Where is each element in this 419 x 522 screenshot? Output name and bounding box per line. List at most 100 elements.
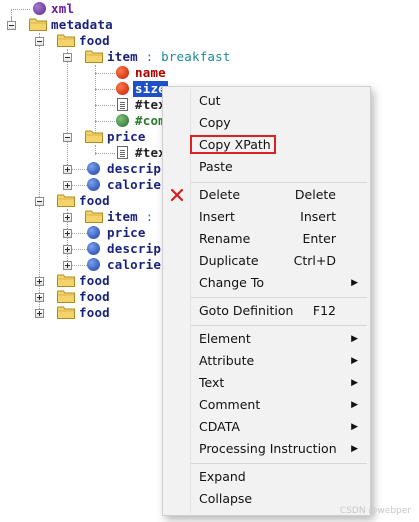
- folder-icon: [57, 34, 75, 47]
- collapse-toggle[interactable]: [7, 21, 16, 30]
- menu-item-copy[interactable]: Copy: [163, 112, 370, 134]
- menu-item-text[interactable]: Text ▶: [163, 372, 370, 394]
- tree-node-metadata[interactable]: metadata: [0, 17, 200, 33]
- menu-item-rename[interactable]: Rename Enter: [163, 228, 370, 250]
- menu-separator: [191, 463, 367, 464]
- menu-item-label: Copy: [199, 115, 231, 130]
- expand-toggle[interactable]: [35, 293, 44, 302]
- element-icon: [87, 178, 100, 191]
- collapse-toggle[interactable]: [63, 133, 72, 142]
- menu-item-element[interactable]: Element ▶: [163, 328, 370, 350]
- menu-item-duplicate[interactable]: Duplicate Ctrl+D: [163, 250, 370, 272]
- tree-node-xml[interactable]: xml: [0, 1, 200, 17]
- tree-node-label: food: [79, 33, 110, 48]
- submenu-arrow-icon: ▶: [351, 278, 358, 288]
- tree-node-label: food: [79, 289, 110, 304]
- menu-item-expand[interactable]: Expand: [163, 466, 370, 488]
- menu-item-label: Change To: [199, 275, 264, 290]
- tree-node-item[interactable]: item : breakfast: [0, 49, 260, 65]
- tree-node-attribute-name[interactable]: name: [0, 65, 200, 81]
- tree-node-label: descrip: [107, 161, 162, 176]
- folder-icon: [85, 50, 103, 63]
- element-icon: [87, 242, 100, 255]
- folder-icon: [29, 18, 47, 31]
- tree-node-label: xml: [51, 1, 75, 16]
- menu-item-cdata[interactable]: CDATA ▶: [163, 416, 370, 438]
- element-icon: [87, 162, 100, 175]
- expand-toggle[interactable]: [35, 309, 44, 318]
- node-type-suffix: : breakfast: [137, 49, 231, 64]
- collapse-toggle[interactable]: [35, 197, 44, 206]
- menu-separator: [191, 325, 367, 326]
- folder-icon: [57, 274, 75, 287]
- folder-icon: [85, 130, 103, 143]
- folder-icon: [85, 210, 103, 223]
- submenu-arrow-icon: ▶: [351, 422, 358, 432]
- copy-xpath-highlight-box: [190, 135, 276, 154]
- element-icon: [87, 258, 100, 271]
- menu-item-shortcut: Delete: [294, 187, 336, 202]
- tree-node-label: name: [135, 65, 166, 80]
- menu-item-attribute[interactable]: Attribute ▶: [163, 350, 370, 372]
- menu-item-label: Expand: [199, 469, 246, 484]
- menu-item-label: Element: [199, 331, 251, 346]
- tree-node-label: price: [107, 225, 146, 240]
- submenu-arrow-icon: ▶: [351, 356, 358, 366]
- expand-toggle[interactable]: [63, 229, 72, 238]
- menu-item-label: CDATA: [199, 419, 240, 434]
- menu-item-label: Insert: [199, 209, 235, 224]
- menu-item-label: Goto Definition: [199, 303, 294, 318]
- menu-item-paste[interactable]: Paste: [163, 156, 370, 178]
- menu-item-shortcut: F12: [312, 303, 336, 318]
- tree-node-label: price: [107, 129, 146, 144]
- node-name: item: [107, 209, 138, 224]
- tree-node-label: food: [79, 273, 110, 288]
- menu-item-shortcut: Enter: [302, 231, 336, 246]
- node-name: item: [107, 49, 138, 64]
- tree-node-label: item :: [107, 209, 153, 225]
- expand-toggle[interactable]: [63, 181, 72, 190]
- menu-separator: [191, 182, 367, 183]
- menu-item-cut[interactable]: Cut: [163, 90, 370, 112]
- processing-instruction-icon: [33, 2, 46, 15]
- menu-item-label: Cut: [199, 93, 221, 108]
- menu-item-label: Attribute: [199, 353, 255, 368]
- collapse-toggle[interactable]: [35, 37, 44, 46]
- expand-toggle[interactable]: [63, 213, 72, 222]
- menu-item-shortcut: Insert: [300, 209, 336, 224]
- expand-toggle[interactable]: [63, 261, 72, 270]
- menu-item-insert[interactable]: Insert Insert: [163, 206, 370, 228]
- folder-icon: [57, 194, 75, 207]
- text-doc-icon: [117, 146, 128, 159]
- submenu-arrow-icon: ▶: [351, 400, 358, 410]
- collapse-toggle[interactable]: [63, 53, 72, 62]
- attribute-icon: [116, 66, 129, 79]
- folder-icon: [57, 290, 75, 303]
- menu-item-label: Collapse: [199, 491, 253, 506]
- watermark: CSDN @webper: [339, 506, 411, 516]
- attribute-icon: [116, 82, 129, 95]
- tree-node-label: food: [79, 193, 110, 208]
- menu-item-comment[interactable]: Comment ▶: [163, 394, 370, 416]
- element-icon: [87, 226, 100, 239]
- expand-toggle[interactable]: [63, 245, 72, 254]
- menu-item-goto-definition[interactable]: Goto Definition F12: [163, 300, 370, 322]
- menu-item-label: Text: [199, 375, 225, 390]
- menu-item-processing-instruction[interactable]: Processing Instruction ▶: [163, 438, 370, 460]
- text-doc-icon: [117, 98, 128, 111]
- menu-item-label: Paste: [199, 159, 233, 174]
- expand-toggle[interactable]: [35, 277, 44, 286]
- menu-item-label: Rename: [199, 231, 251, 246]
- submenu-arrow-icon: ▶: [351, 334, 358, 344]
- tree-node-food[interactable]: food: [0, 33, 200, 49]
- submenu-arrow-icon: ▶: [351, 444, 358, 454]
- expand-toggle[interactable]: [63, 165, 72, 174]
- menu-item-delete[interactable]: Delete Delete: [163, 184, 370, 206]
- menu-separator: [191, 297, 367, 298]
- tree-node-label: item : breakfast: [107, 49, 231, 65]
- menu-item-label: Duplicate: [199, 253, 259, 268]
- menu-item-label: Processing Instruction: [199, 441, 337, 456]
- menu-item-change-to[interactable]: Change To ▶: [163, 272, 370, 294]
- menu-item-shortcut: Ctrl+D: [293, 253, 336, 268]
- tree-node-label: descrip: [107, 241, 162, 256]
